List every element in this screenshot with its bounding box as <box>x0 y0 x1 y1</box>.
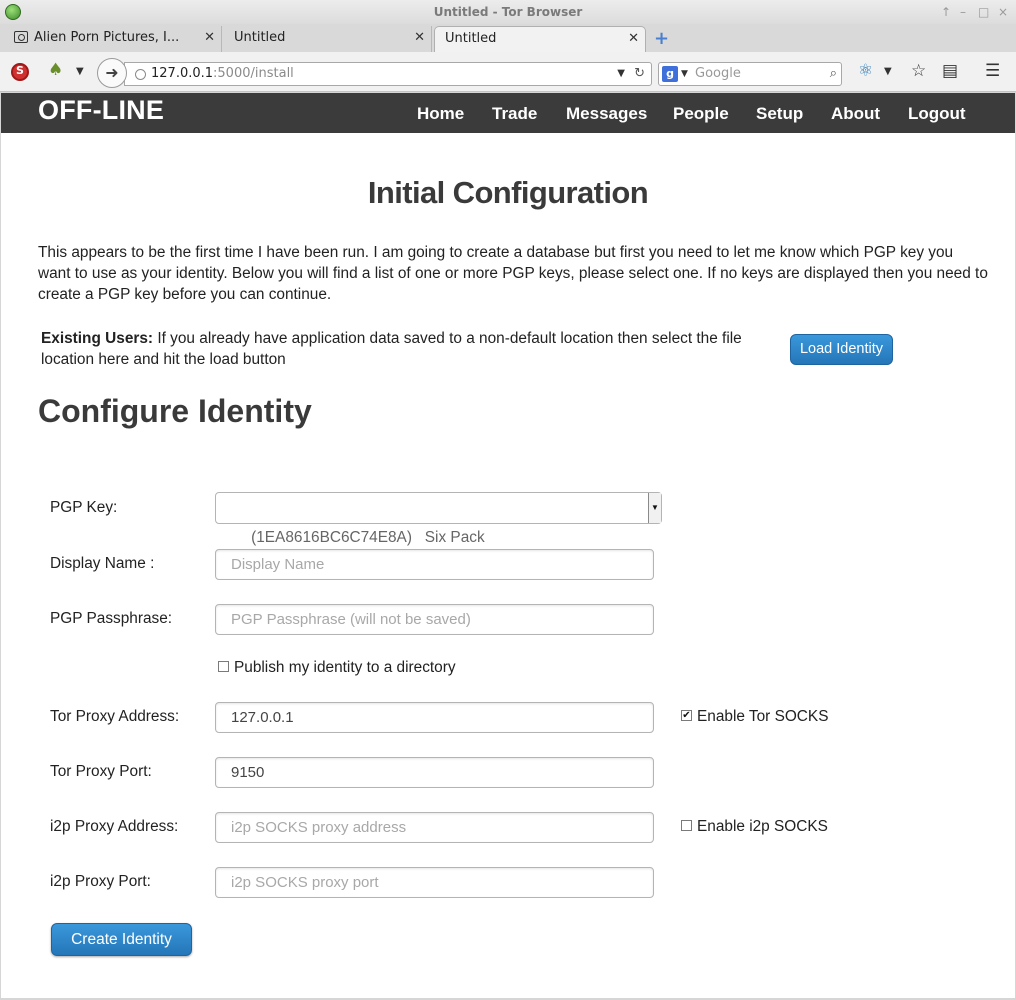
bookmark-star-icon[interactable]: ☆ <box>911 61 926 81</box>
nav-trade[interactable]: Trade <box>492 104 537 124</box>
enable-i2p-socks-label: Enable i2p SOCKS <box>697 818 828 835</box>
display-name-label: Display Name : <box>50 555 155 572</box>
tab-strip: Alien Porn Pictures, I... ✕ Untitled ✕ U… <box>0 24 1016 52</box>
nav-about[interactable]: About <box>831 104 880 124</box>
publish-identity-checkbox[interactable] <box>218 661 229 672</box>
globe-icon <box>135 69 146 80</box>
window-keep-above-icon[interactable]: ↑ <box>941 0 951 24</box>
tor-proxy-address-label: Tor Proxy Address: <box>50 708 180 725</box>
load-identity-button[interactable]: Load Identity <box>790 334 893 365</box>
existing-users-note: Existing Users: If you already have appl… <box>41 328 781 370</box>
site-brand[interactable]: OFF-LINE <box>38 95 164 126</box>
google-search-engine-icon[interactable]: g <box>662 66 678 82</box>
back-arrow-icon: ➜ <box>105 63 119 82</box>
site-header: OFF-LINE Home Trade Messages People Setu… <box>1 93 1015 133</box>
chevron-down-icon[interactable]: ▼ <box>884 66 892 77</box>
section-title: Configure Identity <box>38 393 312 429</box>
tab-untitled-active[interactable]: Untitled ✕ <box>434 26 646 52</box>
pgp-key-selected-value: (1EA8616BC6C74E8A) Six Pack <box>251 529 485 546</box>
chevron-down-icon[interactable]: ▼ <box>76 66 84 77</box>
pgp-key-select[interactable]: (1EA8616BC6C74E8A) Six Pack ▼ <box>215 492 662 546</box>
nav-setup[interactable]: Setup <box>756 104 803 124</box>
tor-proxy-port-label: Tor Proxy Port: <box>50 763 152 780</box>
tab-untitled-1[interactable]: Untitled ✕ <box>224 26 432 52</box>
enable-tor-socks-label: Enable Tor SOCKS <box>697 708 829 725</box>
window-close-icon[interactable]: × <box>998 0 1008 24</box>
chevron-down-icon[interactable]: ▼ <box>681 63 688 85</box>
nav-logout[interactable]: Logout <box>908 104 966 124</box>
tab-alien-porn[interactable]: Alien Porn Pictures, I... ✕ <box>0 26 222 52</box>
passphrase-input[interactable]: PGP Passphrase (will not be saved) <box>215 604 654 635</box>
i2p-proxy-port-label: i2p Proxy Port: <box>50 873 151 890</box>
enable-i2p-socks-checkbox[interactable] <box>681 820 692 831</box>
hamburger-menu-icon[interactable]: ☰ <box>985 61 1000 81</box>
pgp-key-label: PGP Key: <box>50 499 118 516</box>
create-identity-button[interactable]: Create Identity <box>51 923 192 956</box>
browser-toolbar: ♠ ▼ 127.0.0.1:5000/install ▼ ↻ ➜ g ▼ Goo… <box>0 52 1016 92</box>
i2p-proxy-address-label: i2p Proxy Address: <box>50 818 179 835</box>
window-titlebar: Untitled - Tor Browser ↑ – □ × <box>0 0 1016 24</box>
noscript-icon[interactable] <box>11 63 29 81</box>
i2p-proxy-address-input[interactable]: i2p SOCKS proxy address <box>215 812 654 843</box>
page-viewport: OFF-LINE Home Trade Messages People Setu… <box>1 93 1015 998</box>
url-host: 127.0.0.1 <box>151 66 214 81</box>
select-arrow-icon[interactable]: ▼ <box>648 493 661 523</box>
tor-onion-icon[interactable]: ♠ <box>48 60 63 80</box>
nav-home[interactable]: Home <box>417 104 464 124</box>
url-dropdown-icon[interactable]: ▼ <box>617 63 625 85</box>
nav-people[interactable]: People <box>673 104 729 124</box>
url-path: :5000/install <box>213 66 294 81</box>
window-title: Untitled - Tor Browser <box>433 5 583 19</box>
tab-label: Untitled <box>234 30 286 45</box>
url-bar[interactable]: 127.0.0.1:5000/install ▼ ↻ <box>124 62 652 86</box>
existing-users-label: Existing Users: <box>41 330 154 347</box>
search-bar[interactable]: g ▼ Google ⌕ <box>658 62 842 86</box>
tab-label: Alien Porn Pictures, I... <box>34 30 180 45</box>
window-minimize-icon[interactable]: – <box>960 0 966 24</box>
https-everywhere-icon[interactable]: ⚛ <box>858 61 873 81</box>
nav-messages[interactable]: Messages <box>566 104 647 124</box>
search-placeholder: Google <box>695 66 741 81</box>
reading-list-icon[interactable]: ▤ <box>942 61 958 81</box>
window-maximize-icon[interactable]: □ <box>978 0 989 24</box>
search-icon[interactable]: ⌕ <box>830 63 837 85</box>
photo-favicon-icon <box>14 31 28 43</box>
tor-proxy-port-input[interactable]: 9150 <box>215 757 654 788</box>
i2p-proxy-port-input[interactable]: i2p SOCKS proxy port <box>215 867 654 898</box>
tor-browser-icon <box>5 4 21 20</box>
intro-text: This appears to be the first time I have… <box>38 244 988 303</box>
enable-tor-socks-checkbox[interactable]: ✔ <box>681 710 692 721</box>
tab-close-icon[interactable]: ✕ <box>204 26 215 50</box>
tab-close-icon[interactable]: ✕ <box>414 26 425 50</box>
tab-close-icon[interactable]: ✕ <box>628 27 639 51</box>
reload-icon[interactable]: ↻ <box>634 63 645 85</box>
new-tab-plus-icon[interactable]: + <box>654 28 669 49</box>
page-title: Initial Configuration <box>367 175 649 210</box>
publish-identity-label: Publish my identity to a directory <box>234 659 456 676</box>
passphrase-label: PGP Passphrase: <box>50 610 173 627</box>
tab-label: Untitled <box>445 31 497 46</box>
back-button[interactable]: ➜ <box>97 58 127 88</box>
tor-proxy-address-input[interactable]: 127.0.0.1 <box>215 702 654 733</box>
display-name-input[interactable]: Display Name <box>215 549 654 580</box>
